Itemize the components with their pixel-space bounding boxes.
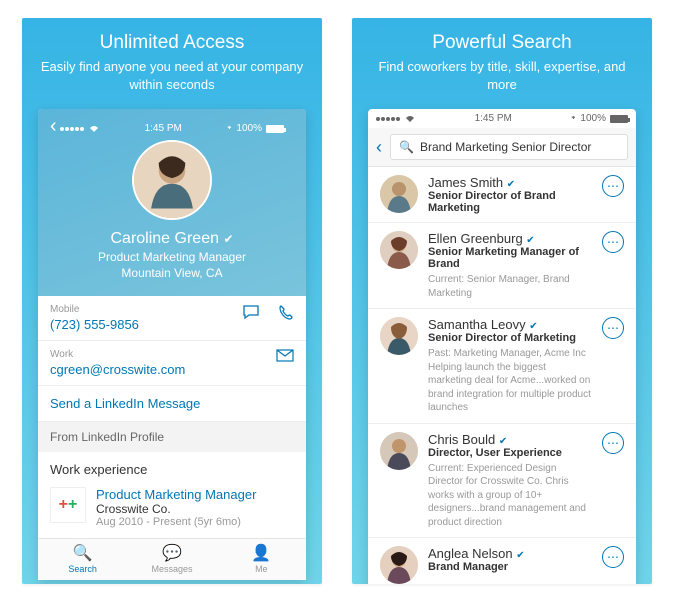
result-avatar: [380, 231, 418, 269]
result-title: Senior Director of Brand Marketing: [428, 190, 592, 214]
contact-mobile-row: Mobile (723) 555-9856: [38, 296, 306, 341]
search-bar: ‹ 🔍 Brand Marketing Senior Director: [368, 128, 636, 167]
result-name: James Smith ✔: [428, 175, 592, 190]
back-button[interactable]: ‹: [376, 137, 382, 158]
result-meta: Current: Experienced Design Director for…: [428, 462, 592, 530]
result-title: Senior Marketing Manager of Brand: [428, 246, 592, 270]
search-result[interactable]: Samantha Leovy ✔ Senior Director of Mark…: [368, 309, 636, 424]
me-icon: 👤: [217, 543, 306, 563]
work-email[interactable]: cgreen@crosswite.com: [50, 362, 185, 377]
battery-pct: 100%: [236, 123, 262, 134]
contact-work-row: Work cgreen@crosswite.com: [38, 341, 306, 386]
promo-title: Unlimited Access: [38, 32, 306, 54]
work-label: Work: [50, 349, 185, 360]
verified-icon: ✔: [529, 321, 537, 332]
phone-icon[interactable]: [278, 304, 294, 325]
search-result[interactable]: Ellen Greenburg ✔ Senior Marketing Manag…: [368, 223, 636, 309]
section-header: From LinkedIn Profile: [38, 422, 306, 452]
phone-screen-search: 1:45 PM ᛭ 100% ‹ 🔍 Brand Marketing Senior…: [368, 109, 636, 584]
wifi-icon: [404, 115, 416, 123]
experience-item[interactable]: ++ Product Marketing Manager Crosswite C…: [38, 481, 306, 538]
search-results: James Smith ✔ Senior Director of Brand M…: [368, 167, 636, 584]
search-result[interactable]: James Smith ✔ Senior Director of Brand M…: [368, 167, 636, 223]
verified-icon: ✔: [526, 235, 534, 246]
experience-dates: Aug 2010 - Present (5yr 6mo): [96, 516, 256, 528]
status-time: 1:45 PM: [145, 123, 182, 134]
linkedin-message-link[interactable]: Send a LinkedIn Message: [38, 386, 306, 422]
result-name: Chris Bould ✔: [428, 432, 592, 447]
email-icon[interactable]: [276, 349, 294, 367]
profile-avatar[interactable]: [132, 140, 212, 220]
verified-icon: ✔: [223, 232, 233, 246]
promo-subtitle: Easily find anyone you need at your comp…: [38, 58, 306, 93]
battery-pct: 100%: [580, 113, 606, 124]
verified-icon: ✔: [516, 550, 524, 561]
status-time: 1:45 PM: [475, 113, 512, 124]
search-query-text: Brand Marketing Senior Director: [420, 140, 591, 154]
tab-messages[interactable]: 💬Messages: [127, 539, 216, 580]
experience-company: Crosswite Co.: [96, 502, 256, 516]
status-bar: 1:45 PM ᛭ 100%: [52, 119, 292, 138]
result-avatar: [380, 317, 418, 355]
status-bar: 1:45 PM ᛭ 100%: [368, 109, 636, 128]
verified-icon: ✔: [499, 436, 507, 447]
search-result[interactable]: Chris Bould ✔ Director, User Experience …: [368, 424, 636, 539]
company-logo: ++: [50, 487, 86, 523]
more-button[interactable]: ⋯: [602, 317, 624, 339]
battery-icon: [610, 115, 628, 123]
messages-icon: 💬: [127, 543, 216, 563]
profile-header: 1:45 PM ᛭ 100% ‹ Caroline Green ✔ Product…: [38, 109, 306, 296]
battery-icon: [266, 125, 284, 133]
promo-panel-search: Powerful Search Find coworkers by title,…: [352, 18, 652, 584]
result-title: Senior Director of Marketing: [428, 332, 592, 344]
bluetooth-icon: ᛭: [570, 113, 576, 124]
more-button[interactable]: ⋯: [602, 546, 624, 568]
promo-subtitle: Find coworkers by title, skill, expertis…: [368, 58, 636, 93]
back-button[interactable]: ‹: [50, 115, 57, 138]
mobile-label: Mobile: [50, 304, 139, 315]
bluetooth-icon: ᛭: [226, 123, 232, 134]
result-meta: Current: Senior Manager, Brand Marketing: [428, 273, 592, 300]
more-button[interactable]: ⋯: [602, 175, 624, 197]
profile-location: Mountain View, CA: [52, 266, 292, 280]
wifi-icon: [88, 125, 100, 133]
result-avatar: [380, 546, 418, 584]
result-title: Director, User Experience: [428, 447, 592, 459]
result-name: Ellen Greenburg ✔: [428, 231, 592, 246]
search-result[interactable]: Anglea Nelson ✔ Brand Manager ⋯: [368, 538, 636, 584]
tab-search[interactable]: 🔍Search: [38, 539, 127, 580]
more-button[interactable]: ⋯: [602, 231, 624, 253]
experience-title: Product Marketing Manager: [96, 487, 256, 502]
search-icon: 🔍: [399, 140, 414, 154]
promo-panel-access: Unlimited Access Easily find anyone you …: [22, 18, 322, 584]
work-experience-label: Work experience: [38, 452, 306, 481]
message-icon[interactable]: [242, 304, 260, 325]
search-icon: 🔍: [38, 543, 127, 563]
tab-me[interactable]: 👤Me: [217, 539, 306, 580]
result-avatar: [380, 175, 418, 213]
result-title: Brand Manager: [428, 561, 592, 573]
tab-bar: 🔍Search 💬Messages 👤Me: [38, 538, 306, 580]
promo-title: Powerful Search: [368, 32, 636, 54]
result-avatar: [380, 432, 418, 470]
search-input[interactable]: 🔍 Brand Marketing Senior Director: [390, 134, 628, 160]
mobile-value[interactable]: (723) 555-9856: [50, 317, 139, 332]
result-name: Anglea Nelson ✔: [428, 546, 592, 561]
more-button[interactable]: ⋯: [602, 432, 624, 454]
profile-role: Product Marketing Manager: [52, 250, 292, 264]
result-name: Samantha Leovy ✔: [428, 317, 592, 332]
phone-screen-profile: 1:45 PM ᛭ 100% ‹ Caroline Green ✔ Product…: [38, 109, 306, 580]
profile-name: Caroline Green ✔: [52, 230, 292, 248]
result-meta: Past: Marketing Manager, Acme Inc Helpin…: [428, 347, 592, 415]
verified-icon: ✔: [507, 179, 515, 190]
